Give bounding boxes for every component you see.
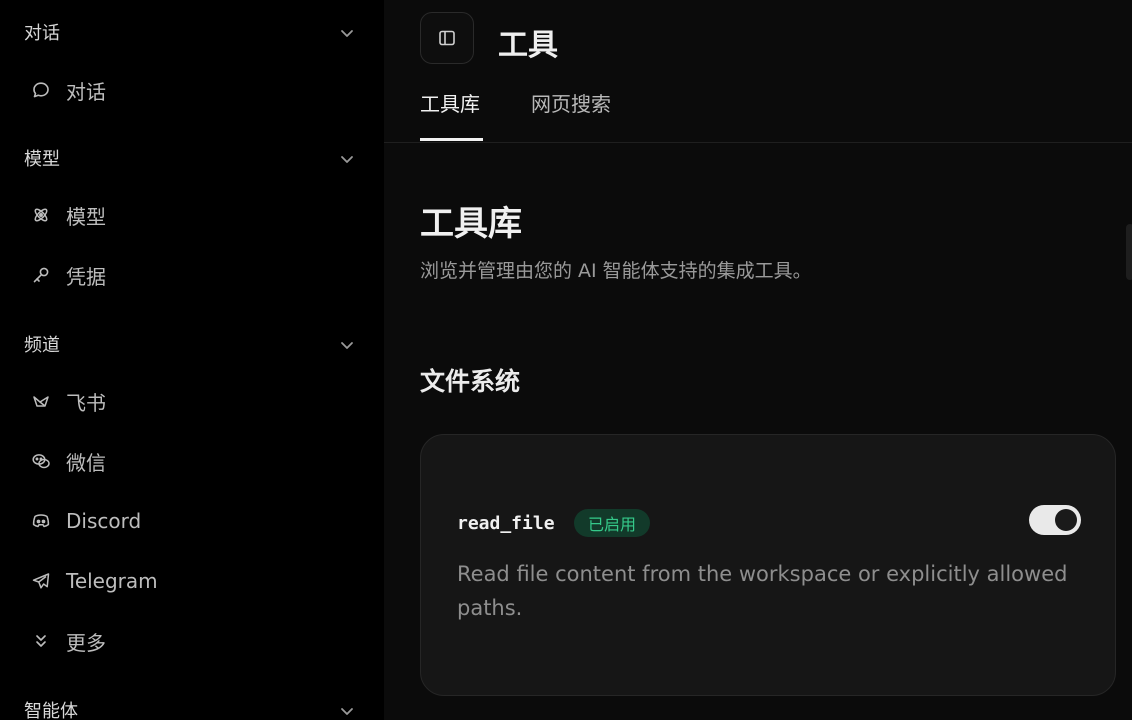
sidebar-section-channels[interactable]: 频道 bbox=[0, 324, 384, 364]
sidebar-item-wechat[interactable]: 微信 bbox=[0, 437, 384, 485]
chevron-down-icon bbox=[341, 342, 353, 349]
tool-description: Read file content from the workspace or … bbox=[457, 562, 1068, 620]
sidebar-section-label: 频道 bbox=[24, 335, 60, 356]
chevron-down-icon bbox=[341, 30, 353, 37]
sidebar-item-label: 模型 bbox=[66, 204, 106, 229]
key-icon bbox=[31, 265, 51, 285]
sidebar-panel-icon bbox=[439, 30, 455, 46]
sidebar-item-feishu[interactable]: 飞书 bbox=[0, 377, 384, 425]
discord-icon bbox=[31, 511, 51, 531]
sidebar-section-label: 模型 bbox=[24, 149, 60, 170]
atom-icon bbox=[31, 205, 51, 225]
sidebar-item-telegram[interactable]: Telegram bbox=[0, 557, 384, 605]
sidebar-section-agents[interactable]: 智能体 bbox=[0, 690, 384, 720]
sidebar-item-discord[interactable]: Discord bbox=[0, 497, 384, 545]
sidebar-item-label: 凭据 bbox=[66, 264, 106, 289]
page-title: 工具 bbox=[498, 28, 558, 63]
group-title: 文件系统 bbox=[420, 367, 521, 396]
sidebar-toggle-button[interactable] bbox=[420, 12, 474, 64]
app-window: 对话 对话 模型 模型 凭据 频道 飞书 微信 Discord Telegram… bbox=[0, 0, 1132, 720]
telegram-icon bbox=[31, 571, 51, 591]
sidebar-section-label: 对话 bbox=[24, 23, 60, 44]
double-chevron-down-icon bbox=[31, 631, 51, 651]
sidebar-item-label: Discord bbox=[66, 509, 142, 533]
sidebar-item-more[interactable]: 更多 bbox=[0, 617, 384, 665]
sidebar-section-chat[interactable]: 对话 bbox=[0, 12, 384, 52]
tab-web-search[interactable]: 网页搜索 bbox=[531, 88, 611, 117]
tool-enable-toggle[interactable] bbox=[1029, 505, 1081, 535]
main-content: 工具 工具库 网页搜索 工具库 浏览并管理由您的 AI 智能体支持的集成工具。 … bbox=[384, 0, 1132, 720]
sidebar-item-label: 更多 bbox=[66, 630, 106, 655]
sidebar-item-credentials[interactable]: 凭据 bbox=[0, 251, 384, 299]
tab-divider bbox=[384, 142, 1132, 143]
tab-tool-library[interactable]: 工具库 bbox=[420, 88, 480, 117]
sidebar-item-chat[interactable]: 对话 bbox=[0, 66, 384, 114]
section-description: 浏览并管理由您的 AI 智能体支持的集成工具。 bbox=[420, 260, 812, 282]
wechat-icon bbox=[31, 451, 51, 471]
active-tab-indicator bbox=[420, 138, 483, 141]
sidebar-section-label: 智能体 bbox=[24, 701, 78, 720]
scrollbar-thumb[interactable] bbox=[1126, 224, 1132, 280]
sidebar-item-label: 微信 bbox=[66, 450, 106, 475]
chevron-down-icon bbox=[341, 156, 353, 163]
chat-bubble-icon bbox=[31, 80, 51, 100]
sidebar-item-label: Telegram bbox=[66, 569, 158, 593]
tool-card: read_file 已启用 Read file content from the… bbox=[420, 434, 1116, 696]
toggle-knob bbox=[1055, 509, 1077, 531]
sidebar-item-label: 对话 bbox=[66, 79, 106, 104]
chevron-down-icon bbox=[341, 708, 353, 715]
tab-bar: 工具库 网页搜索 bbox=[420, 84, 1132, 142]
section-title: 工具库 bbox=[420, 204, 522, 244]
sidebar-item-label: 飞书 bbox=[66, 390, 106, 415]
tool-name: read_file bbox=[457, 513, 555, 534]
sidebar-section-models[interactable]: 模型 bbox=[0, 138, 384, 178]
sidebar-item-models[interactable]: 模型 bbox=[0, 191, 384, 239]
feishu-icon bbox=[31, 391, 51, 411]
sidebar: 对话 对话 模型 模型 凭据 频道 飞书 微信 Discord Telegram… bbox=[0, 0, 384, 720]
status-badge: 已启用 bbox=[574, 509, 651, 537]
